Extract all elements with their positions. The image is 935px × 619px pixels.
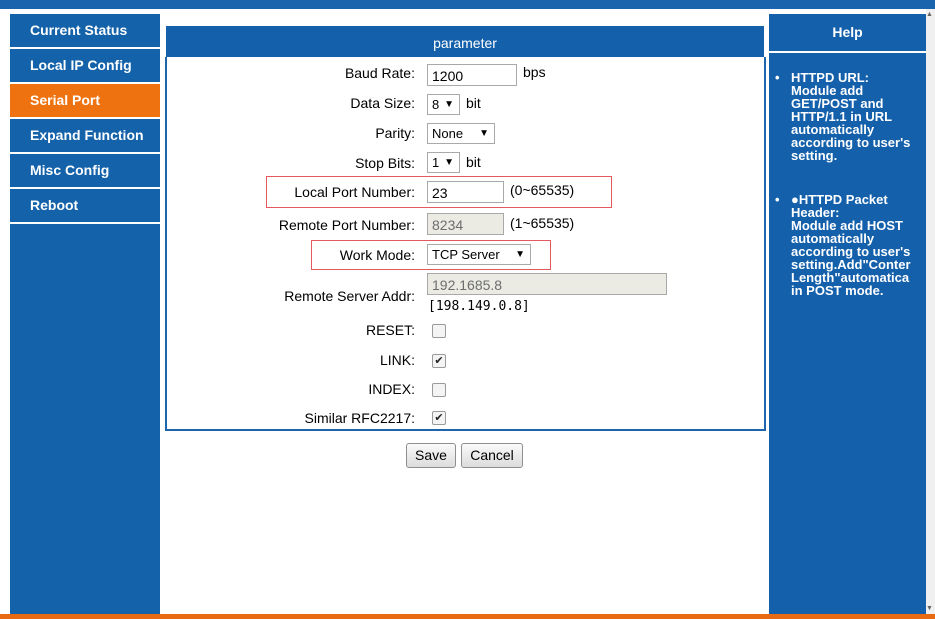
scroll-up-icon[interactable]: ▲ bbox=[926, 11, 933, 18]
parity-label: Parity: bbox=[375, 125, 415, 141]
bullet-icon: • bbox=[775, 70, 780, 85]
remote-port-input[interactable]: 8234 bbox=[427, 213, 504, 235]
index-label: INDEX: bbox=[368, 381, 415, 397]
save-button[interactable]: Save bbox=[406, 443, 456, 468]
data-size-value: 8 bbox=[432, 97, 440, 112]
bullet-icon: • bbox=[775, 192, 780, 207]
vertical-scrollbar[interactable]: ▲ ▼ bbox=[926, 9, 935, 614]
check-icon: ✔ bbox=[434, 355, 444, 367]
local-port-range: (0~65535) bbox=[510, 182, 575, 198]
rfc2217-label: Similar RFC2217: bbox=[304, 410, 415, 426]
sidebar-item-reboot[interactable]: Reboot bbox=[10, 189, 160, 224]
sidebar-item-expand-function[interactable]: Expand Function bbox=[10, 119, 160, 154]
help-line: in POST mode. bbox=[791, 283, 884, 298]
remote-port-range: (1~65535) bbox=[510, 215, 575, 231]
help-line: setting. bbox=[791, 148, 838, 163]
link-checkbox[interactable]: ✔ bbox=[432, 354, 446, 368]
stop-bits-unit: bit bbox=[466, 154, 481, 170]
panel-title: parameter bbox=[166, 26, 764, 57]
remote-server-note: [198.149.0.8] bbox=[428, 299, 530, 314]
local-port-input[interactable]: 23 bbox=[427, 181, 504, 203]
work-mode-value: TCP Server bbox=[432, 247, 500, 262]
chevron-down-icon: ▼ bbox=[444, 99, 454, 110]
sidebar-item-misc-config[interactable]: Misc Config bbox=[10, 154, 160, 189]
chevron-down-icon: ▼ bbox=[444, 157, 454, 168]
stop-bits-value: 1 bbox=[432, 155, 440, 170]
cancel-button[interactable]: Cancel bbox=[461, 443, 523, 468]
baud-rate-label: Baud Rate: bbox=[344, 65, 415, 81]
baud-rate-unit: bps bbox=[523, 64, 546, 80]
scroll-down-icon[interactable]: ▼ bbox=[926, 605, 933, 612]
top-bar bbox=[0, 0, 935, 9]
reset-label: RESET: bbox=[365, 322, 415, 338]
help-title: Help bbox=[769, 14, 926, 53]
remote-server-label: Remote Server Addr: bbox=[284, 288, 415, 304]
work-mode-select[interactable]: TCP Server ▼ bbox=[427, 244, 531, 265]
sidebar-item-serial-port[interactable]: Serial Port bbox=[10, 84, 160, 119]
index-checkbox[interactable] bbox=[432, 383, 446, 397]
stop-bits-label: Stop Bits: bbox=[355, 155, 415, 171]
sidebar-nav: Current Status Local IP Config Serial Po… bbox=[10, 14, 160, 614]
sidebar-item-local-ip-config[interactable]: Local IP Config bbox=[10, 49, 160, 84]
chevron-down-icon: ▼ bbox=[479, 128, 489, 139]
data-size-label: Data Size: bbox=[350, 95, 415, 111]
chevron-down-icon: ▼ bbox=[515, 249, 525, 260]
check-icon: ✔ bbox=[434, 412, 444, 424]
bottom-bar bbox=[0, 614, 935, 619]
work-mode-label: Work Mode: bbox=[339, 247, 415, 263]
baud-rate-input[interactable]: 1200 bbox=[427, 64, 517, 86]
data-size-select[interactable]: 8 ▼ bbox=[427, 94, 460, 115]
parity-select[interactable]: None ▼ bbox=[427, 123, 495, 144]
stop-bits-select[interactable]: 1 ▼ bbox=[427, 152, 460, 173]
parity-value: None bbox=[432, 126, 464, 141]
data-size-unit: bit bbox=[466, 95, 481, 111]
local-port-label: Local Port Number: bbox=[294, 184, 415, 200]
link-label: LINK: bbox=[379, 352, 415, 368]
remote-server-input[interactable]: 192.1685.8 bbox=[427, 273, 667, 295]
sidebar-item-current-status[interactable]: Current Status bbox=[10, 14, 160, 49]
reset-checkbox[interactable] bbox=[432, 324, 446, 338]
remote-port-label: Remote Port Number: bbox=[278, 217, 415, 233]
rfc2217-checkbox[interactable]: ✔ bbox=[432, 411, 446, 425]
help-panel: • HTTPD URL: Module add GET/POST and HTT… bbox=[769, 53, 926, 614]
